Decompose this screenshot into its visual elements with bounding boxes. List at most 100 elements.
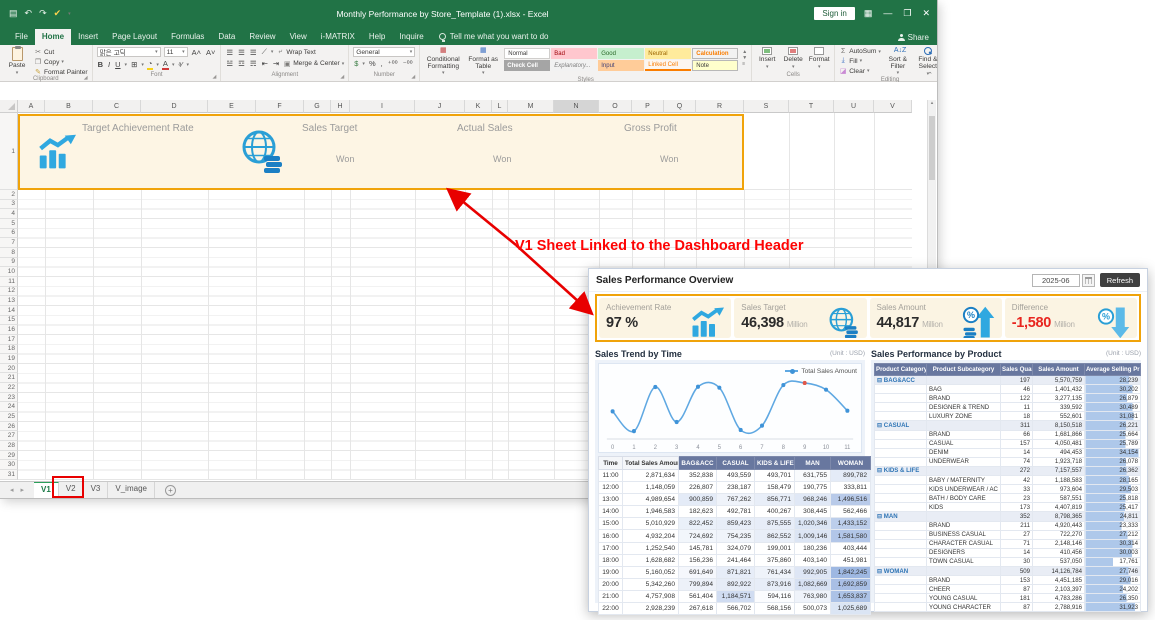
column-header-V[interactable]: V <box>874 100 912 113</box>
menu-tab-help[interactable]: Help <box>362 29 392 45</box>
menu-tab-page-layout[interactable]: Page Layout <box>105 29 164 45</box>
font-name-select[interactable]: 맑은 고딕▾ <box>97 47 161 57</box>
cell-style-bad[interactable]: Bad <box>551 48 597 59</box>
increase-decimal-icon[interactable]: ⁺⁰⁰ <box>387 59 399 68</box>
cut-button[interactable]: ✂Cut <box>34 48 88 56</box>
underline-button[interactable]: U <box>114 60 121 69</box>
row-header-18[interactable]: 18 <box>0 345 18 355</box>
row-header-30[interactable]: 30 <box>0 460 18 470</box>
copy-button[interactable]: ❐Copy▾ <box>34 58 88 66</box>
grow-font-icon[interactable]: A˄ <box>191 48 202 57</box>
indent-decrease-icon[interactable]: ⇤ <box>261 59 269 68</box>
column-header-L[interactable]: L <box>492 100 508 113</box>
delete-cells-button[interactable]: Delete▾ <box>782 47 804 70</box>
category-cell[interactable]: ⊟ WOMAN <box>875 566 927 575</box>
row-header-25[interactable]: 25 <box>0 412 18 422</box>
align-left-icon[interactable]: ☱ <box>225 59 234 68</box>
insert-cells-button[interactable]: Insert▾ <box>756 47 778 70</box>
shrink-font-icon[interactable]: A˅ <box>205 48 216 57</box>
row-header-23[interactable]: 23 <box>0 393 18 403</box>
menu-tab-review[interactable]: Review <box>242 29 282 45</box>
date-input[interactable]: 2025-06 <box>1032 274 1080 287</box>
row-header-14[interactable]: 14 <box>0 306 18 316</box>
select-all-corner[interactable] <box>0 100 18 113</box>
column-header-N[interactable]: N <box>554 100 599 113</box>
format-cells-button[interactable]: Format▾ <box>808 47 830 70</box>
row-header-22[interactable]: 22 <box>0 383 18 393</box>
scrollbar-thumb[interactable] <box>929 116 935 180</box>
percent-style-icon[interactable]: % <box>368 59 377 68</box>
align-center-icon[interactable]: ☲ <box>237 59 246 68</box>
cell-style-good[interactable]: Good <box>598 48 644 59</box>
refresh-button[interactable]: Refresh <box>1100 273 1140 287</box>
row-header-20[interactable]: 20 <box>0 364 18 374</box>
row-header-17[interactable]: 17 <box>0 335 18 345</box>
font-color-icon[interactable]: A <box>162 59 169 70</box>
tell-me-box[interactable]: Tell me what you want to do <box>439 32 549 45</box>
font-size-select[interactable]: 11▾ <box>164 47 188 57</box>
category-cell[interactable]: ⊟ CASUAL <box>875 421 927 430</box>
align-top-icon[interactable]: ☰ <box>225 48 234 57</box>
column-header-M[interactable]: M <box>508 100 554 113</box>
restore-icon[interactable]: ❐ <box>903 8 911 19</box>
ribbon-display-icon[interactable]: ▦ <box>864 8 873 19</box>
menu-tab-i-matrix[interactable]: i-MATRIX <box>314 29 362 45</box>
cell-style-note[interactable]: Note <box>692 60 738 71</box>
row-header-9[interactable]: 9 <box>0 258 18 268</box>
fill-color-icon[interactable]: ◔ <box>147 59 154 70</box>
indent-increase-icon[interactable]: ⇥ <box>272 59 280 68</box>
cell-style-explanatory-[interactable]: Explanatory... <box>551 60 597 71</box>
row-header-7[interactable]: 7 <box>0 238 18 248</box>
column-header-S[interactable]: S <box>744 100 789 113</box>
decrease-decimal-icon[interactable]: ⁻⁰⁰ <box>402 59 414 68</box>
row-header-26[interactable]: 26 <box>0 422 18 432</box>
clear-button[interactable]: ◪Clear▾ <box>839 67 881 75</box>
menu-tab-formulas[interactable]: Formulas <box>164 29 211 45</box>
redo-icon[interactable]: ↷ <box>39 8 47 19</box>
row-header-31[interactable]: 31 <box>0 470 18 480</box>
row-header-1[interactable]: 1 <box>0 113 18 190</box>
phonetic-icon[interactable]: ᵃ⁄ <box>177 60 183 69</box>
clipboard-dialog-launcher[interactable]: ◢ <box>84 75 88 81</box>
format-painter-button[interactable]: ✎Format Painter <box>34 68 88 76</box>
sign-in-button[interactable]: Sign in <box>814 7 854 20</box>
format-as-table-button[interactable]: ▦ Format as Table▾ <box>466 47 500 77</box>
row-header-27[interactable]: 27 <box>0 431 18 441</box>
kpi-header-band[interactable]: Target Achievement Rate Sales Target Won… <box>18 114 744 190</box>
row-header-6[interactable]: 6 <box>0 229 18 239</box>
column-header-F[interactable]: F <box>256 100 304 113</box>
row-header-11[interactable]: 11 <box>0 277 18 287</box>
cell-style-neutral[interactable]: Neutral <box>645 48 691 59</box>
row-header-5[interactable]: 5 <box>0 219 18 229</box>
prev-sheet-icon[interactable]: ◂ <box>10 486 14 494</box>
column-header-C[interactable]: C <box>93 100 141 113</box>
row-header-24[interactable]: 24 <box>0 402 18 412</box>
calendar-icon[interactable] <box>1082 274 1095 287</box>
comma-style-icon[interactable]: , <box>380 59 384 68</box>
column-header-D[interactable]: D <box>141 100 208 113</box>
save-icon[interactable]: ▤ <box>9 8 18 19</box>
font-dialog-launcher[interactable]: ◢ <box>213 74 217 80</box>
approve-icon[interactable]: ✔ <box>54 8 62 19</box>
column-header-U[interactable]: U <box>834 100 874 113</box>
column-header-T[interactable]: T <box>789 100 834 113</box>
sort-filter-button[interactable]: A↓Z Sort & Filter▾ <box>885 47 911 77</box>
bold-button[interactable]: B <box>97 60 104 69</box>
menu-tab-inquire[interactable]: Inquire <box>392 29 430 45</box>
row-header-2[interactable]: 2 <box>0 190 18 200</box>
new-sheet-icon[interactable]: + <box>165 485 176 496</box>
menu-tab-view[interactable]: View <box>283 29 314 45</box>
wrap-text-button[interactable]: ⤶Wrap Text <box>276 48 315 56</box>
align-middle-icon[interactable]: ☰ <box>237 48 246 57</box>
minimize-icon[interactable]: — <box>883 8 892 19</box>
column-header-K[interactable]: K <box>465 100 492 113</box>
collapse-ribbon-icon[interactable]: ⌃ <box>927 71 933 79</box>
share-button[interactable]: Share <box>898 33 929 42</box>
menu-tab-insert[interactable]: Insert <box>71 29 105 45</box>
column-header-R[interactable]: R <box>696 100 744 113</box>
row-header-8[interactable]: 8 <box>0 248 18 258</box>
column-header-A[interactable]: A <box>18 100 45 113</box>
align-right-icon[interactable]: ☴ <box>249 59 258 68</box>
cell-style-normal[interactable]: Normal <box>504 48 550 59</box>
styles-gallery-scroll[interactable]: ▲▼≡ <box>742 47 747 69</box>
